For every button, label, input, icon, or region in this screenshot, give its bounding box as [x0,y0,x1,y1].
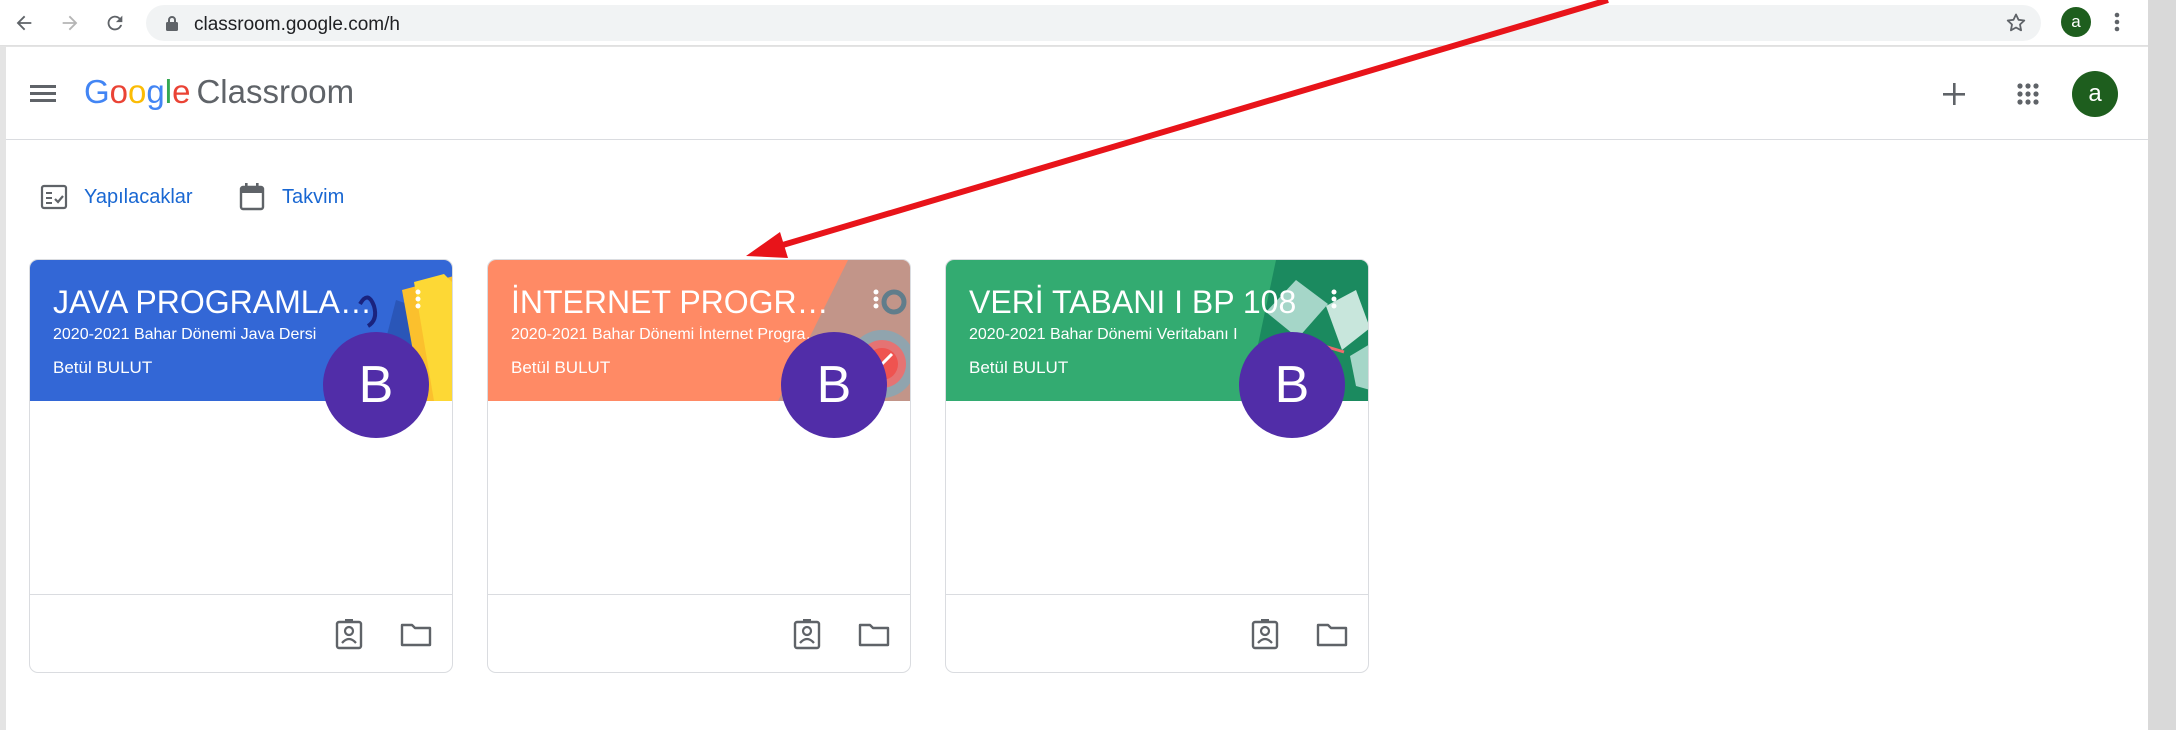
browser-profile-avatar[interactable]: a [2061,7,2091,37]
card-footer [946,594,1368,672]
reload-icon[interactable] [99,7,131,39]
back-icon[interactable] [8,7,40,39]
class-card[interactable]: İNTERNET PROGRAMCILIĞI 2020-2021 Bahar D… [487,259,911,673]
browser-toolbar: classroom.google.com/h a [0,0,2148,46]
assignment-ind-icon[interactable] [330,615,368,653]
app-header: Google Classroom a [6,47,2148,140]
logo-letter: g [146,73,165,110]
calendar-link[interactable]: Takvim [238,179,344,215]
teacher-avatar: B [1239,332,1345,438]
url-text: classroom.google.com/h [194,14,400,35]
teacher-avatar: B [781,332,887,438]
calendar-link-label: Takvim [282,185,345,208]
card-teacher: Betül BULUT [511,358,611,377]
card-menu-icon[interactable] [1322,284,1346,314]
window-edge [2148,0,2176,730]
logo-letter: o [109,73,129,110]
todo-link[interactable]: Yapılacaklar [40,179,193,215]
todo-list-icon [40,184,68,210]
card-teacher: Betül BULUT [969,358,1069,377]
google-classroom-logo[interactable]: Google Classroom [84,73,354,113]
card-footer [488,594,910,672]
card-title[interactable]: VERİ TABANI I BP 108 [969,284,1299,321]
forward-icon[interactable] [54,7,86,39]
todo-link-label: Yapılacaklar [84,185,193,208]
lock-icon [166,16,178,36]
star-icon[interactable] [2004,11,2028,40]
plus-icon[interactable] [1934,74,1974,114]
account-avatar[interactable]: a [2072,71,2118,117]
folder-icon[interactable] [1313,615,1351,653]
logo-letter: o [128,73,147,110]
logo-letter: G [84,73,110,110]
kebab-icon[interactable] [2110,7,2124,42]
logo-letter: e [172,73,191,110]
class-card[interactable]: VERİ TABANI I BP 108 2020-2021 Bahar Dön… [945,259,1369,673]
card-teacher: Betül BULUT [53,358,153,377]
card-subtitle: 2020-2021 Bahar Dönemi Veritabanı I [969,326,1238,343]
card-subtitle: 2020-2021 Bahar Dönemi İnternet Programc… [511,326,825,343]
google-wordmark: Google [84,73,190,111]
card-menu-icon[interactable] [864,284,888,314]
logo-letter: l [164,73,173,110]
folder-icon[interactable] [855,615,893,653]
folder-icon[interactable] [397,615,435,653]
card-subtitle: 2020-2021 Bahar Dönemi Java Dersi [53,326,317,343]
calendar-icon [239,183,265,211]
card-menu-icon[interactable] [406,284,430,314]
assignment-ind-icon[interactable] [788,615,826,653]
card-title[interactable]: JAVA PROGRAMLAMA [53,284,383,321]
card-footer [30,594,452,672]
hamburger-menu-icon[interactable] [28,77,64,109]
address-bar[interactable]: classroom.google.com/h [146,5,2041,41]
teacher-avatar: B [323,332,429,438]
card-title[interactable]: İNTERNET PROGRAMCILIĞI [511,284,841,321]
apps-grid-icon[interactable] [2009,75,2047,113]
assignment-ind-icon[interactable] [1246,615,1284,653]
classroom-app: Google Classroom a Yapılacaklar Takvim J… [6,47,2148,730]
product-name: Classroom [196,73,355,110]
class-card[interactable]: JAVA PROGRAMLAMA 2020-2021 Bahar Dönemi … [29,259,453,673]
